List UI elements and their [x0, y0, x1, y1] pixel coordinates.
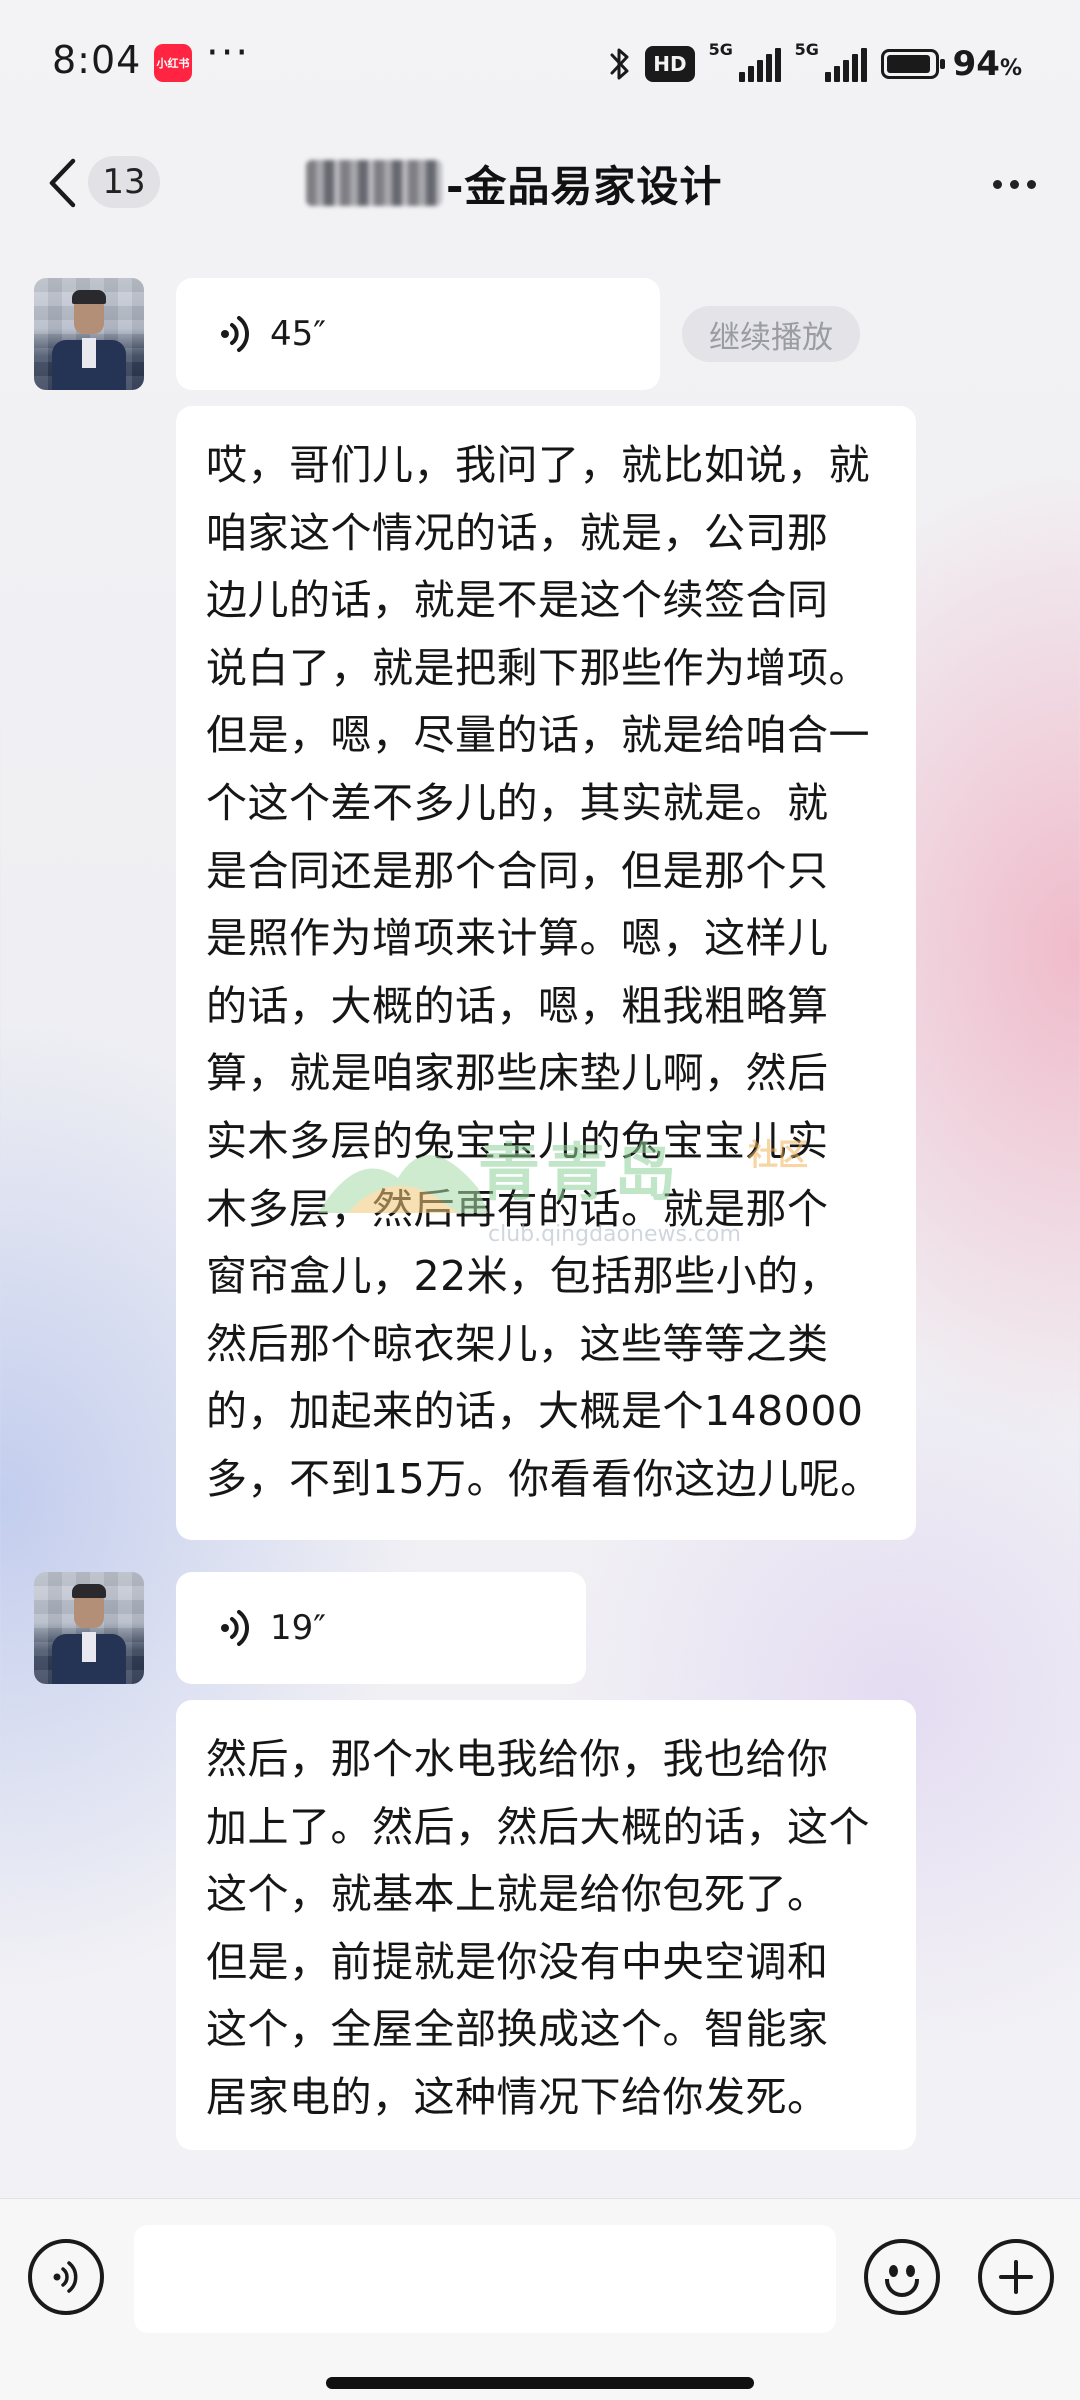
battery-level-fill — [886, 55, 930, 73]
signal-strength-icon-1: 5G — [709, 40, 781, 82]
input-bar — [0, 2198, 1080, 2400]
voice-duration: 19″ — [270, 1608, 326, 1648]
sender-avatar[interactable] — [34, 1572, 144, 1684]
chat-header: 13 -金品易家设计 — [0, 128, 1080, 238]
voice-message-bubble[interactable]: 19″ — [176, 1572, 586, 1684]
voice-wave-icon — [221, 316, 249, 352]
status-indicators: HD 5G 5G 94% — [609, 40, 1022, 88]
battery-percentage: 94% — [952, 44, 1022, 84]
status-bar: 8:04 小红书 ··· HD 5G 5G 94% — [0, 0, 1080, 128]
voice-duration: 45″ — [270, 314, 326, 354]
network-type-label: 5G — [708, 40, 733, 59]
voice-input-button[interactable] — [28, 2239, 104, 2315]
message-input[interactable] — [134, 2225, 836, 2333]
status-time: 8:04 — [52, 38, 142, 82]
back-button[interactable] — [38, 148, 86, 218]
more-options-button[interactable] — [984, 156, 1044, 212]
text-message-bubble[interactable]: 然后，那个水电我给你，我也给你 加上了。然后，然后大概的话，这个 这个，就基本上… — [176, 1700, 916, 2150]
emoji-button[interactable] — [864, 2239, 940, 2315]
bluetooth-icon — [610, 48, 629, 80]
chevron-left-icon — [49, 158, 76, 208]
hd-voice-badge: HD — [645, 46, 695, 82]
signal-strength-icon-2: 5G — [795, 40, 867, 82]
plus-button[interactable] — [978, 2239, 1054, 2315]
sender-avatar[interactable] — [34, 278, 144, 390]
more-horizontal-icon — [992, 179, 1002, 189]
chat-title: -金品易家设计 — [446, 161, 723, 211]
status-more-icon: ··· — [206, 30, 251, 76]
battery-icon — [880, 49, 945, 79]
text-message-bubble[interactable]: 哎，哥们儿，我问了，就比如说，就 咱家这个情况的话，就是，公司那 边儿的话，就是… — [176, 406, 916, 1540]
home-indicator[interactable] — [326, 2377, 754, 2389]
unread-count-badge[interactable]: 13 — [88, 156, 160, 208]
redacted-name — [306, 160, 442, 206]
chat-title-container: -金品易家设计 — [306, 150, 722, 216]
voice-wave-icon — [221, 1610, 249, 1646]
xiaohongshu-app-icon: 小红书 — [154, 44, 192, 82]
voice-message-bubble[interactable]: 45″ — [176, 278, 660, 390]
network-type-label: 5G — [794, 40, 819, 59]
voice-input-icon — [53, 2261, 78, 2293]
continue-playing-button[interactable]: 继续播放 — [682, 306, 860, 362]
